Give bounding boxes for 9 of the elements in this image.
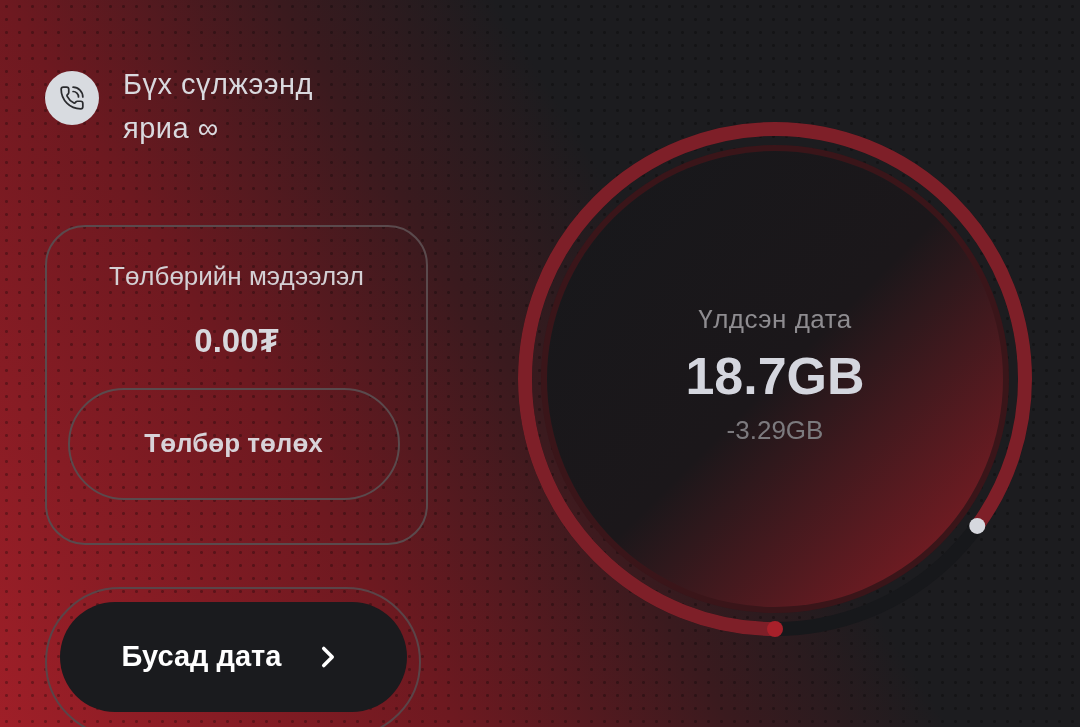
gauge-change: -3.29GB bbox=[726, 414, 824, 448]
gauge-value: 18.7GB bbox=[685, 345, 865, 407]
phone-icon bbox=[45, 71, 99, 125]
payment-amount: 0.00₮ bbox=[194, 321, 279, 361]
plan-title: Бүх сүлжээнд яриа ∞ bbox=[123, 67, 314, 146]
more-data-button[interactable]: Бусад дата bbox=[60, 602, 407, 712]
pay-button[interactable]: Төлбөр төлөх bbox=[67, 387, 400, 500]
payment-title: Төлбөрийн мэдээлэл bbox=[109, 260, 364, 293]
gauge-label: Үлдсэн дата bbox=[698, 302, 852, 336]
